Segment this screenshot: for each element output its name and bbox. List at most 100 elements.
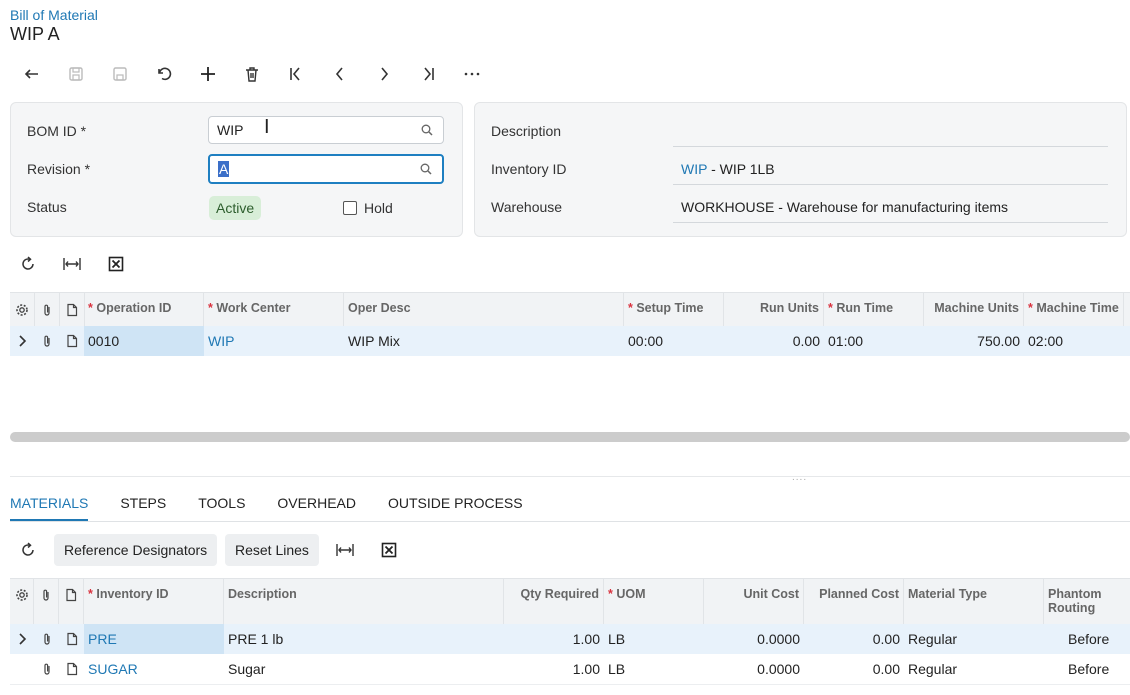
cell-unit-cost[interactable]: 0.0000: [704, 654, 804, 684]
ops-refresh-button[interactable]: [20, 256, 36, 275]
cell-material-type[interactable]: Regular: [904, 624, 1044, 654]
cell-qty-required[interactable]: 1.00: [504, 624, 604, 654]
cell-description[interactable]: PRE 1 lb: [224, 624, 504, 654]
revision-field[interactable]: A: [208, 154, 444, 184]
materials-refresh-button[interactable]: [20, 542, 36, 561]
splitter-handle-icon[interactable]: ....: [792, 472, 807, 483]
cell-setup-time[interactable]: 00:00: [624, 326, 724, 356]
delete-button[interactable]: [230, 62, 274, 86]
tab-materials[interactable]: MATERIALS: [10, 495, 89, 522]
breadcrumb[interactable]: Bill of Material: [10, 7, 98, 23]
expand-row-button[interactable]: [10, 624, 34, 654]
cell-machine-units[interactable]: 750.00: [924, 326, 1024, 356]
cell-run-time[interactable]: 01:00: [824, 326, 924, 356]
row-note[interactable]: [59, 654, 84, 684]
last-button[interactable]: [406, 62, 450, 86]
ops-export-excel-button[interactable]: [108, 256, 124, 275]
col-operation-id[interactable]: * Operation ID: [84, 293, 204, 326]
table-row[interactable]: 0010 WIP WIP Mix 00:00 0.00 01:00 750.00…: [10, 326, 1130, 356]
reference-designators-button[interactable]: Reference Designators: [54, 534, 218, 566]
text-cursor-icon: I: [264, 116, 270, 138]
cell-planned-cost[interactable]: 0.00: [804, 654, 904, 684]
prev-button[interactable]: [318, 62, 362, 86]
col-uom[interactable]: * UOM: [604, 579, 704, 624]
table-row[interactable]: PRE PRE 1 lb 1.00 LB 0.0000 0.00 Regular…: [10, 624, 1130, 654]
search-icon[interactable]: [420, 163, 432, 175]
col-material-type[interactable]: Material Type: [904, 579, 1044, 624]
col-inventory-id[interactable]: * Inventory ID: [84, 579, 224, 624]
row-attachment[interactable]: [34, 624, 59, 654]
status-badge[interactable]: Active: [209, 196, 262, 220]
col-planned-cost[interactable]: Planned Cost: [804, 579, 904, 624]
materials-export-excel-button[interactable]: [381, 542, 397, 561]
inventory-id-link[interactable]: WIP: [681, 161, 707, 177]
cell-uom[interactable]: LB: [604, 654, 704, 684]
bom-id-field[interactable]: WIP: [208, 116, 444, 144]
col-machine-time[interactable]: * Machine Time: [1024, 293, 1124, 326]
cell-run-units[interactable]: 0.00: [724, 326, 824, 356]
cell-inventory-id[interactable]: PRE: [84, 624, 224, 654]
search-icon[interactable]: [421, 124, 433, 136]
next-button[interactable]: [362, 62, 406, 86]
cell-uom[interactable]: LB: [604, 624, 704, 654]
cell-qty-required[interactable]: 1.00: [504, 654, 604, 684]
cell-oper-desc[interactable]: WIP Mix: [344, 326, 624, 356]
save-button[interactable]: [54, 62, 98, 86]
tab-steps[interactable]: STEPS: [120, 495, 166, 522]
description-field[interactable]: [673, 118, 1108, 147]
more-button[interactable]: [450, 62, 494, 86]
excel-icon: [381, 542, 397, 558]
table-row[interactable]: SUGAR Sugar 1.00 LB 0.0000 0.00 Regular …: [10, 654, 1130, 685]
cell-machine-time[interactable]: 02:00: [1024, 326, 1124, 356]
add-button[interactable]: [186, 62, 230, 86]
cell-material-type[interactable]: Regular: [904, 654, 1044, 684]
hold-label: Hold: [364, 200, 393, 216]
ops-fit-columns-button[interactable]: [63, 256, 81, 275]
col-machine-units[interactable]: Machine Units: [924, 293, 1024, 326]
refresh-icon: [22, 256, 34, 270]
col-unit-cost[interactable]: Unit Cost: [704, 579, 804, 624]
cell-phantom-routing[interactable]: Before: [1064, 654, 1130, 684]
inventory-id-label: Inventory ID: [491, 161, 567, 177]
grid-settings-button[interactable]: [10, 293, 35, 326]
ops-grid-scrollbar[interactable]: [10, 432, 1130, 442]
tab-outside-process[interactable]: OUTSIDE PROCESS: [388, 495, 523, 522]
col-work-center[interactable]: * Work Center: [204, 293, 344, 326]
reset-lines-button[interactable]: Reset Lines: [225, 534, 319, 566]
col-phantom-routing[interactable]: Phantom Routing: [1044, 579, 1130, 624]
warehouse-value: WORKHOUSE - Warehouse for manufacturing …: [681, 199, 1009, 215]
undo-button[interactable]: [142, 62, 186, 86]
grid-settings-button[interactable]: [10, 579, 34, 624]
first-button[interactable]: [274, 62, 318, 86]
hold-checkbox[interactable]: [343, 201, 357, 215]
materials-fit-columns-button[interactable]: [336, 542, 354, 561]
document-icon: [66, 334, 77, 348]
col-setup-time[interactable]: * Setup Time: [624, 293, 724, 326]
document-icon: [66, 303, 77, 316]
cell-operation-id[interactable]: 0010: [84, 326, 204, 356]
col-qty-required[interactable]: Qty Required: [504, 579, 604, 624]
tab-tools[interactable]: TOOLS: [198, 495, 245, 522]
expand-row-button[interactable]: [10, 326, 34, 356]
row-note[interactable]: [59, 326, 84, 356]
row-attachment[interactable]: [34, 654, 59, 684]
cell-phantom-routing[interactable]: Before: [1064, 624, 1130, 654]
paperclip-icon: [43, 663, 50, 675]
save-close-button[interactable]: [98, 62, 142, 86]
col-description[interactable]: Description: [224, 579, 504, 624]
cell-planned-cost[interactable]: 0.00: [804, 624, 904, 654]
cell-unit-cost[interactable]: 0.0000: [704, 624, 804, 654]
cell-work-center[interactable]: WIP: [204, 326, 344, 356]
col-run-time[interactable]: * Run Time: [824, 293, 924, 326]
cell-inventory-id[interactable]: SUGAR: [84, 654, 224, 684]
attachments-header: [34, 579, 59, 624]
splitter[interactable]: [10, 476, 1130, 477]
back-button[interactable]: [10, 62, 54, 86]
warehouse-field[interactable]: WORKHOUSE - Warehouse for manufacturing …: [673, 192, 1108, 223]
cell-description[interactable]: Sugar: [224, 654, 504, 684]
row-note[interactable]: [59, 624, 84, 654]
col-run-units[interactable]: Run Units: [724, 293, 824, 326]
col-oper-desc[interactable]: Oper Desc: [344, 293, 624, 326]
row-attachment[interactable]: [34, 326, 59, 356]
tab-overhead[interactable]: OVERHEAD: [277, 495, 356, 522]
